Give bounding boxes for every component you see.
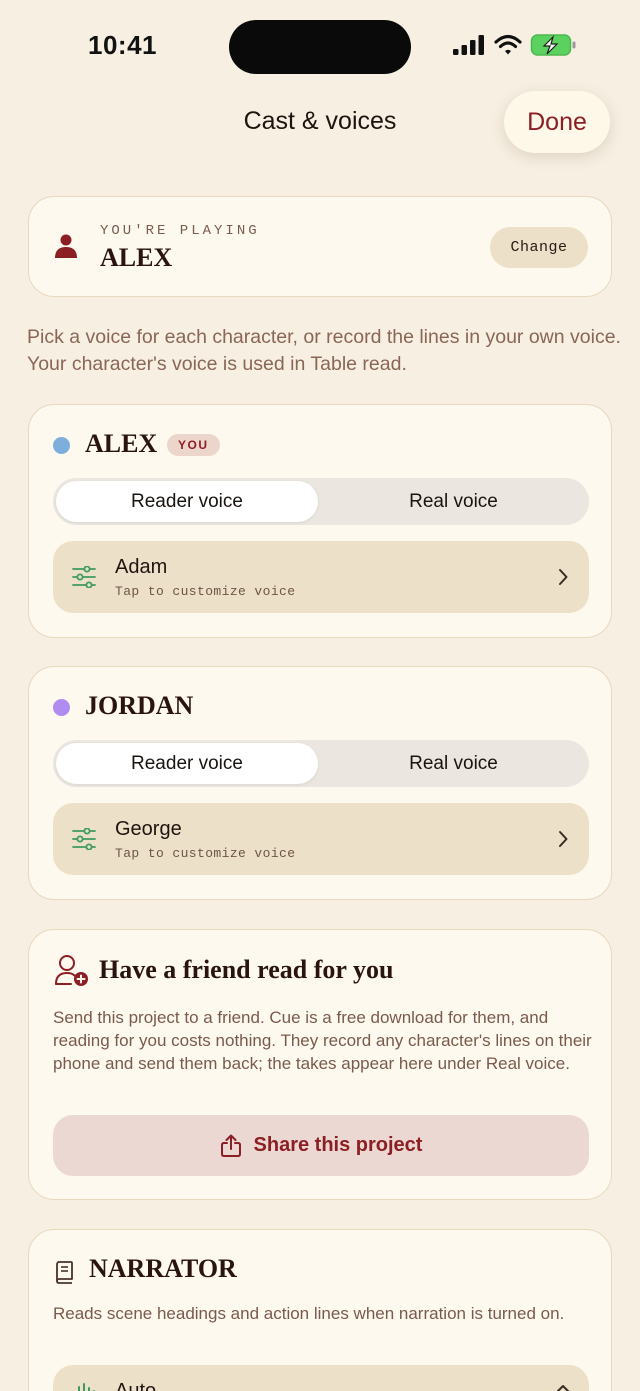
person-add-icon xyxy=(55,955,88,986)
real-voice-option[interactable]: Real voice xyxy=(321,743,586,784)
sliders-icon xyxy=(72,566,96,588)
playing-label: YOU'RE PLAYING xyxy=(100,223,260,239)
chevron-up-icon xyxy=(556,1385,570,1391)
voice-select-row[interactable]: George Tap to customize voice xyxy=(53,803,589,875)
character-color-dot xyxy=(53,699,70,716)
chevron-right-icon xyxy=(559,569,568,585)
person-icon xyxy=(55,234,77,258)
you-badge: YOU xyxy=(167,434,220,456)
share-project-button[interactable]: Share this project xyxy=(53,1115,589,1176)
friend-card-body: Send this project to a friend. Cue is a … xyxy=(53,1008,592,1073)
share-icon xyxy=(220,1134,241,1157)
voice-mode-toggle: Reader voice Real voice xyxy=(53,478,589,525)
narrator-voice-value: Auto xyxy=(115,1380,157,1391)
sliders-icon xyxy=(72,828,96,850)
chevron-right-icon xyxy=(559,831,568,847)
narrator-title: NARRATOR xyxy=(89,1254,237,1283)
status-icons xyxy=(452,33,578,57)
character-color-dot xyxy=(53,437,70,454)
status-bar: 10:41 xyxy=(0,0,640,90)
narrator-body: Reads scene headings and action lines wh… xyxy=(53,1304,565,1323)
character-card-jordan: JORDAN Reader voice Real voice George Ta… xyxy=(28,666,612,900)
voice-hint: Tap to customize voice xyxy=(115,584,296,599)
dynamic-island xyxy=(229,20,411,74)
narrator-card: NARRATOR Reads scene headings and action… xyxy=(28,1229,612,1391)
book-icon xyxy=(56,1261,73,1284)
waveform-icon xyxy=(78,1383,95,1391)
friend-card-title: Have a friend read for you xyxy=(99,955,394,984)
status-time: 10:41 xyxy=(88,30,157,60)
friend-read-card: Have a friend read for you Send this pro… xyxy=(28,929,612,1200)
reader-voice-option[interactable]: Reader voice xyxy=(56,481,318,522)
done-button[interactable]: Done xyxy=(504,91,610,153)
battery-charging-icon xyxy=(530,34,576,56)
reader-voice-option[interactable]: Reader voice xyxy=(56,743,318,784)
voice-hint: Tap to customize voice xyxy=(115,846,296,861)
signal-icon xyxy=(453,35,484,55)
intro-text: Pick a voice for each character, or reco… xyxy=(27,326,621,375)
voice-select-row[interactable]: Adam Tap to customize voice xyxy=(53,541,589,613)
character-name: JORDAN xyxy=(85,691,194,720)
playing-character-name: ALEX xyxy=(100,243,173,272)
character-card-alex: ALEX YOU Reader voice Real voice Adam Ta… xyxy=(28,404,612,638)
voice-name: George xyxy=(115,818,182,840)
share-button-label: Share this project xyxy=(253,1134,423,1156)
character-name: ALEX xyxy=(85,429,158,458)
change-character-button[interactable]: Change xyxy=(490,227,588,268)
narrator-voice-row[interactable]: Auto xyxy=(53,1365,589,1391)
wifi-icon xyxy=(494,34,522,55)
voice-name: Adam xyxy=(115,556,168,578)
voice-mode-toggle: Reader voice Real voice xyxy=(53,740,589,787)
playing-card: YOU'RE PLAYING ALEX Change xyxy=(28,196,612,297)
real-voice-option[interactable]: Real voice xyxy=(321,481,586,522)
